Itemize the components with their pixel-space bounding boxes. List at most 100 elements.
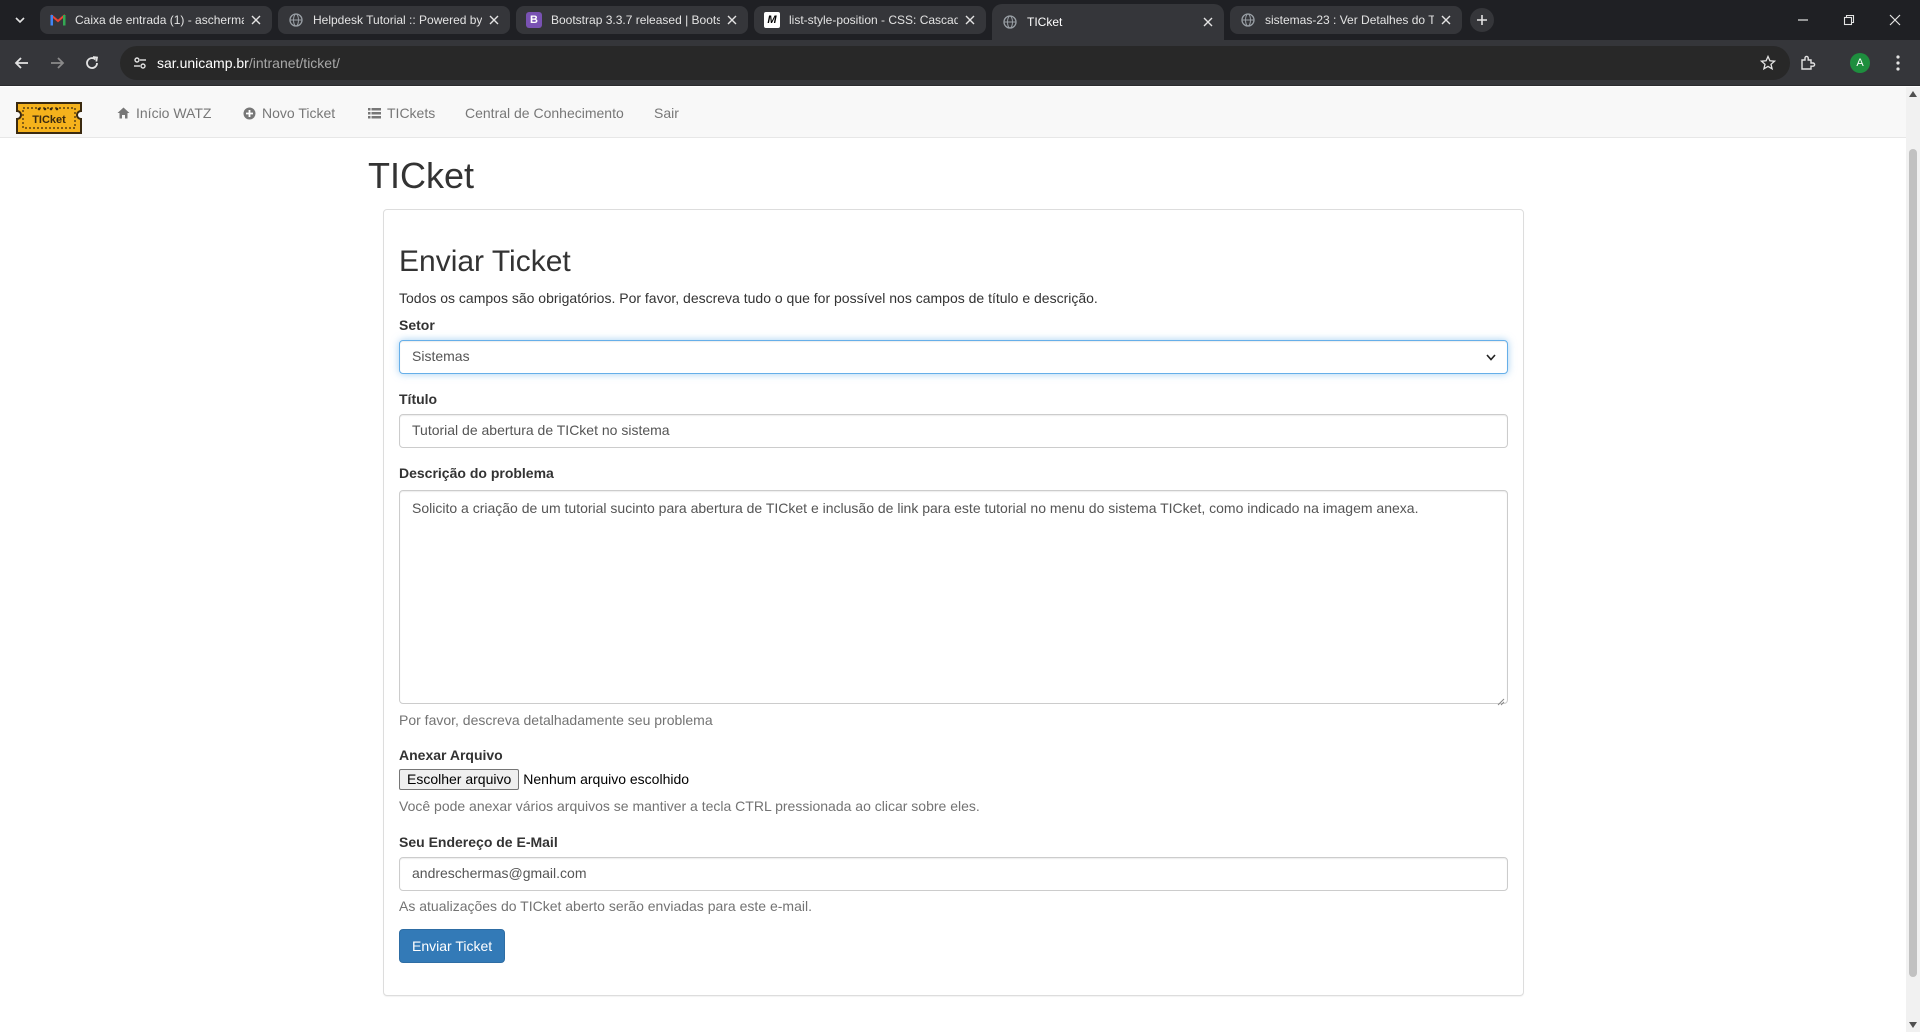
scroll-up-icon[interactable] [1906, 87, 1920, 101]
url-path: /intranet/ticket/ [248, 55, 340, 71]
plus-circle-icon [242, 106, 256, 120]
minimize-button[interactable] [1780, 0, 1826, 40]
plus-icon [1477, 15, 1487, 25]
forward-arrow-icon [51, 57, 65, 69]
nav-novo-ticket[interactable]: Novo Ticket [242, 103, 335, 123]
browser-tab-bootstrap[interactable]: B Bootstrap 3.3.7 released | Boots [516, 6, 748, 34]
nav-inicio-watz[interactable]: Início WATZ [116, 103, 211, 123]
setor-selected-value: Sistemas [412, 348, 470, 364]
reload-button[interactable] [80, 51, 104, 75]
anexo-label: Anexar Arquivo [399, 747, 503, 763]
email-field[interactable]: andreschermas@gmail.com [399, 857, 1508, 891]
page-scrollbar[interactable] [1906, 87, 1920, 1032]
nav-tickets[interactable]: TICkets [367, 103, 435, 123]
email-value: andreschermas@gmail.com [412, 865, 587, 881]
forward-button[interactable] [45, 51, 69, 75]
titulo-input[interactable]: Tutorial de abertura de TICket no sistem… [399, 414, 1508, 448]
form-intro: Todos os campos são obrigatórios. Por fa… [399, 290, 1098, 306]
profile-button[interactable]: A [1848, 51, 1872, 75]
svg-text:TICket: TICket [32, 114, 66, 126]
back-button[interactable] [10, 51, 34, 75]
mdn-icon: M [764, 12, 780, 28]
tab-title: sistemas-23 : Ver Detalhes do T [1265, 13, 1434, 27]
new-tab-button[interactable] [1470, 8, 1494, 32]
browser-tab-gmail[interactable]: Caixa de entrada (1) - ascherma [40, 6, 272, 34]
list-icon [367, 106, 381, 120]
file-status: Nenhum arquivo escolhido [523, 771, 690, 787]
home-icon [116, 106, 130, 120]
bootstrap-icon: B [526, 12, 542, 28]
titulo-label: Título [399, 391, 438, 407]
bookmark-star-icon[interactable] [1758, 53, 1778, 73]
nav-novo-ticket-label: Novo Ticket [262, 105, 336, 121]
restore-icon [1843, 14, 1855, 26]
browser-tab-helpdesk[interactable]: Helpdesk Tutorial :: Powered by [278, 6, 510, 34]
minimize-icon [1798, 19, 1808, 21]
tab-title: Bootstrap 3.3.7 released | Boots [551, 13, 720, 27]
browser-tab-mdn[interactable]: M list-style-position - CSS: Cascad [754, 6, 986, 34]
puzzle-icon [1801, 55, 1816, 70]
ticket-form-panel: Enviar Ticket Todos os campos são obriga… [383, 209, 1524, 996]
browser-tab-ticket-active[interactable]: TICket [992, 4, 1224, 40]
resize-grip-icon[interactable] [1495, 691, 1505, 706]
close-window-button[interactable] [1872, 0, 1918, 40]
browser-tab-strip: Caixa de entrada (1) - ascherma Helpdesk… [0, 0, 1920, 40]
close-tab-icon[interactable] [724, 12, 740, 28]
close-tab-icon[interactable] [248, 12, 264, 28]
setor-label: Setor [399, 317, 435, 333]
extensions-button[interactable] [1796, 51, 1820, 75]
globe-icon [288, 12, 304, 28]
descricao-help: Por favor, descreva detalhadamente seu p… [399, 712, 713, 728]
choose-file-button[interactable]: Escolher arquivo [399, 768, 520, 790]
avatar: A [1850, 53, 1870, 73]
site-info-icon[interactable] [130, 53, 150, 73]
chevron-down-icon [1485, 351, 1497, 363]
file-input[interactable]: Escolher arquivo Nenhum arquivo escolhid… [399, 768, 689, 790]
page-title: TICket [368, 155, 475, 196]
email-label: Seu Endereço de E-Mail [399, 834, 558, 850]
close-icon [1889, 14, 1901, 26]
globe-icon [1240, 12, 1256, 28]
close-tab-icon[interactable] [1200, 14, 1216, 30]
tab-title: Helpdesk Tutorial :: Powered by [313, 13, 482, 27]
titulo-value: Tutorial de abertura de TICket no sistem… [412, 422, 670, 438]
tab-title: Caixa de entrada (1) - ascherma [75, 13, 244, 27]
globe-icon [1002, 14, 1018, 30]
nav-inicio-watz-label: Início WATZ [136, 105, 212, 121]
browser-tab-sistemas[interactable]: sistemas-23 : Ver Detalhes do T [1230, 6, 1462, 34]
close-tab-icon[interactable] [1438, 12, 1454, 28]
setor-select[interactable]: Sistemas [399, 340, 1508, 374]
email-help: As atualizações do TICket aberto serão e… [399, 898, 812, 914]
descricao-textarea[interactable]: Solicito a criação de um tutorial sucint… [399, 490, 1508, 706]
page-viewport: TICket Início WATZ Novo Ticket TICkets C… [0, 87, 1906, 1032]
address-bar[interactable]: sar.unicamp.br/intranet/ticket/ [120, 46, 1790, 80]
nav-sair[interactable]: Sair [654, 103, 679, 123]
browser-menu-button[interactable] [1886, 51, 1910, 75]
restore-button[interactable] [1826, 0, 1872, 40]
nav-sair-label: Sair [654, 105, 679, 121]
scroll-down-icon[interactable] [1906, 1018, 1920, 1032]
close-tab-icon[interactable] [962, 12, 978, 28]
nav-central-conhecimento[interactable]: Central de Conhecimento [465, 103, 624, 123]
url-host: sar.unicamp.br [157, 55, 249, 71]
close-tab-icon[interactable] [486, 12, 502, 28]
tab-title: TICket [1027, 15, 1063, 29]
nav-tickets-label: TICkets [387, 105, 436, 121]
enviar-ticket-button[interactable]: Enviar Ticket [399, 929, 506, 963]
tab-title: list-style-position - CSS: Cascad [789, 13, 958, 27]
browser-toolbar: sar.unicamp.br/intranet/ticket/ A [0, 40, 1920, 86]
kebab-menu-icon [1896, 55, 1900, 71]
anexo-help: Você pode anexar vários arquivos se mant… [399, 798, 980, 814]
tab-search-chevron-icon[interactable] [8, 8, 32, 32]
site-navbar: TICket Início WATZ Novo Ticket TICkets C… [0, 87, 1906, 138]
scrollbar-thumb[interactable] [1909, 149, 1917, 977]
ticket-logo[interactable]: TICket [15, 101, 83, 135]
reload-icon [86, 56, 99, 69]
url-text: sar.unicamp.br/intranet/ticket/ [157, 55, 340, 71]
form-heading: Enviar Ticket [399, 245, 571, 278]
descricao-value: Solicito a criação de um tutorial sucint… [412, 500, 1419, 516]
gmail-icon [50, 12, 66, 28]
back-arrow-icon [14, 57, 28, 69]
nav-central-conhecimento-label: Central de Conhecimento [465, 105, 624, 121]
descricao-label: Descrição do problema [399, 465, 554, 481]
